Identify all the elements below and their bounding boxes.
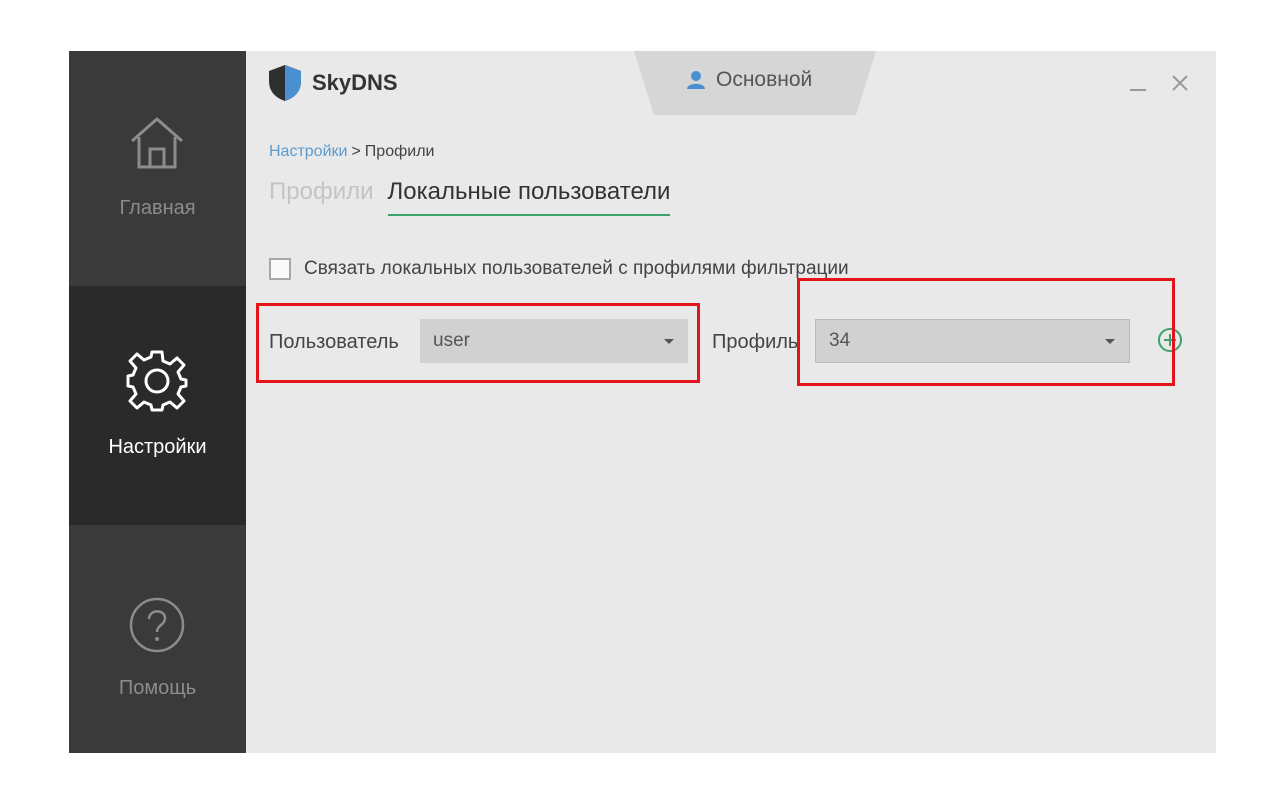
- chevron-down-icon: [664, 339, 674, 344]
- breadcrumb-separator: >: [351, 143, 361, 160]
- tab-profiles[interactable]: Профили: [269, 178, 374, 216]
- app-logo: SkyDNS: [268, 63, 398, 103]
- sidebar-item-label: Помощь: [118, 677, 197, 699]
- profile-select-value: 34: [829, 330, 851, 351]
- user-icon: [687, 71, 705, 89]
- chevron-down-icon: [1105, 339, 1115, 344]
- user-select[interactable]: user: [420, 319, 688, 363]
- tab-local-users[interactable]: Локальные пользователи: [387, 178, 671, 216]
- user-select-value: user: [433, 330, 470, 351]
- app-name: SkyDNS: [312, 70, 398, 95]
- profile-name: Основной: [716, 68, 813, 91]
- sidebar-item-help[interactable]: Помощь: [69, 525, 246, 753]
- shield-icon: [269, 65, 301, 101]
- add-profile-button[interactable]: [1157, 327, 1183, 353]
- help-icon: [127, 595, 187, 660]
- link-users-checkbox[interactable]: [269, 258, 291, 280]
- main-panel: SkyDNS Основной Настройки > Профили Проф…: [246, 51, 1216, 753]
- gear-icon: [124, 348, 190, 419]
- breadcrumb-current: Профили: [364, 143, 435, 160]
- skydns-window: Главная Настройки Помощь SkyDNS Основной…: [69, 51, 1216, 753]
- breadcrumb: Настройки > Профили: [269, 143, 434, 161]
- close-button[interactable]: [1168, 71, 1192, 95]
- active-profile-tab[interactable]: Основной: [634, 51, 876, 115]
- sidebar-item-label: Настройки: [108, 436, 207, 458]
- sidebar: Главная Настройки Помощь: [69, 51, 246, 753]
- sidebar-item-settings[interactable]: Настройки: [69, 286, 246, 525]
- sidebar-item-label: Главная: [119, 197, 196, 219]
- link-users-option[interactable]: Связать локальных пользователей с профил…: [269, 258, 849, 280]
- home-icon: [127, 111, 187, 176]
- settings-tabs: Профили Локальные пользователи: [269, 178, 671, 216]
- user-label: Пользователь: [269, 331, 399, 353]
- minimize-button[interactable]: [1126, 71, 1150, 95]
- minimize-icon: [1130, 89, 1146, 91]
- link-users-label: Связать локальных пользователей с профил…: [304, 258, 849, 279]
- close-icon: [1172, 75, 1188, 91]
- plus-circle-icon: [1158, 328, 1182, 352]
- profile-label: Профиль: [712, 331, 799, 353]
- breadcrumb-link-settings[interactable]: Настройки: [269, 143, 347, 160]
- sidebar-item-home[interactable]: Главная: [69, 51, 246, 286]
- profile-select[interactable]: 34: [815, 319, 1130, 363]
